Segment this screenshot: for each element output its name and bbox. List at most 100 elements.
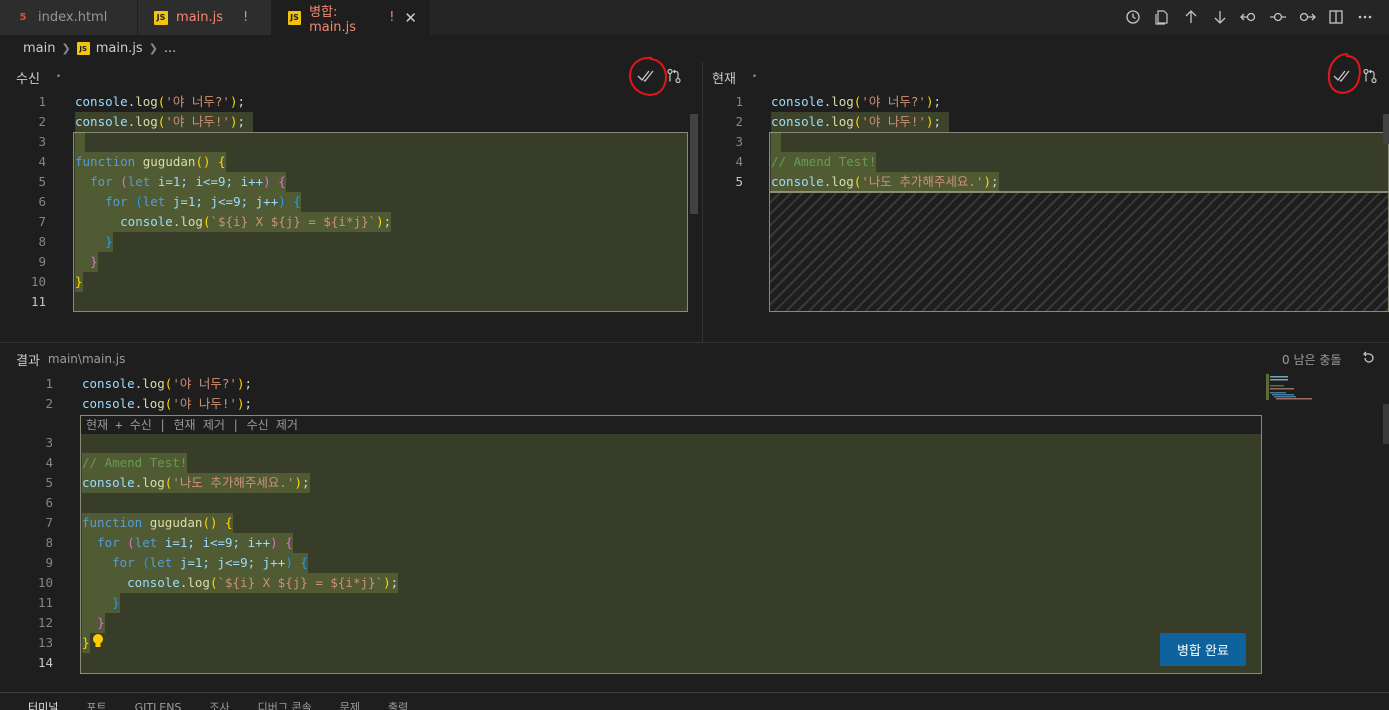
code-line: function gugudan() {: [75, 152, 226, 172]
js-icon: JS: [154, 10, 168, 25]
line-number: 6: [38, 194, 46, 209]
minimap[interactable]: [1266, 374, 1326, 414]
line-number: 12: [37, 615, 53, 630]
chevron-right-icon: ❯: [148, 42, 158, 55]
tab-label: 병합: main.js: [309, 4, 357, 35]
remaining-conflicts: 0 남은 충돌: [1282, 352, 1342, 367]
code-line: }: [75, 232, 113, 252]
tab-label: main.js: [176, 10, 223, 25]
compare-changes-icon[interactable]: [1360, 66, 1380, 86]
line-number: 5: [38, 174, 46, 189]
tab-gitlens[interactable]: GITLENS: [135, 693, 182, 710]
scrollbar-thumb[interactable]: [1383, 114, 1389, 144]
current-title: 현재: [712, 71, 736, 87]
line-number: 3: [45, 435, 53, 450]
js-icon: JS: [76, 42, 90, 55]
breadcrumb-more[interactable]: ...: [164, 41, 176, 56]
line-number: 5: [45, 475, 53, 490]
code-line: }: [75, 252, 98, 272]
current-editor[interactable]: 1 2 3 4 5 console.log('야 너두?'); console.…: [703, 92, 1389, 342]
incoming-editor[interactable]: 1 2 3 4 5 6 7 8 9 10 11 console.log('야 너…: [0, 92, 702, 342]
tab-label: index.html: [38, 10, 108, 25]
tab-debug-console[interactable]: 디버그 콘솔: [258, 693, 312, 710]
code-line: // Amend Test!: [82, 453, 188, 473]
current-pane-header: 현재 •: [712, 63, 757, 91]
tab-terminal[interactable]: 터미널: [28, 693, 58, 710]
history-icon[interactable]: [1123, 6, 1143, 28]
line-number: 1: [38, 94, 46, 109]
code-line: console.log('야 너두?');: [82, 376, 252, 391]
tab-inspect[interactable]: 조사: [209, 693, 229, 710]
js-icon: JS: [288, 10, 302, 25]
close-icon[interactable]: ✕: [404, 9, 417, 27]
incoming-pane-header: 수신 •: [16, 63, 61, 91]
tab-problems[interactable]: 문제: [340, 693, 360, 710]
code-line: for (let j=1; j<=9; j++) {: [75, 192, 301, 212]
tab-output[interactable]: 출력: [388, 693, 408, 710]
commit-icon[interactable]: [1268, 6, 1288, 28]
editor-toolbar: [1123, 6, 1375, 28]
code-line: console.log(`${i} X ${j} = ${i*j}`);: [82, 573, 399, 593]
split-editor-icon[interactable]: [1326, 6, 1346, 28]
pane-divider[interactable]: [0, 342, 1389, 343]
html5-icon: 5: [19, 12, 27, 23]
accept-all-check-icon[interactable]: [1332, 66, 1352, 86]
tab-index-html[interactable]: 5 index.html: [0, 0, 138, 35]
warning-status: !: [243, 10, 249, 25]
complete-merge-button[interactable]: 병합 완료: [1160, 633, 1246, 666]
open-file-icon[interactable]: [1152, 6, 1172, 28]
result-pane-header: 결과 main\main.js: [16, 345, 125, 373]
incoming-title: 수신: [16, 71, 40, 87]
code-line: console.log('야 너두?');: [771, 94, 941, 109]
code-line: console.log('나도 추가해주세요.');: [82, 473, 310, 493]
line-number: 13: [37, 635, 53, 650]
lightbulb-icon[interactable]: [92, 633, 104, 653]
more-actions-icon[interactable]: [1355, 6, 1375, 28]
chevron-right-icon: ❯: [61, 42, 71, 55]
line-number: 6: [45, 495, 53, 510]
code-line: }: [82, 593, 120, 613]
code-line: }: [82, 633, 90, 653]
accept-left-icon[interactable]: [1239, 6, 1259, 28]
codelens-actions[interactable]: 현재 + 수신 | 현재 제거 | 수신 제거: [86, 416, 298, 433]
code-line: console.log('야 너두?');: [75, 94, 245, 109]
code-line: for (let j=1; j<=9; j++) {: [82, 553, 308, 573]
line-number: 1: [735, 94, 743, 109]
line-number: 11: [37, 595, 53, 610]
code-line: console.log('나도 추가해주세요.');: [771, 172, 999, 192]
tab-merge-main-js[interactable]: JS 병합: main.js ! ✕: [272, 0, 430, 35]
current-dot: •: [751, 72, 758, 82]
breadcrumb: main ❯ JS main.js ❯ ...: [0, 35, 1389, 62]
line-number: 2: [45, 396, 53, 411]
line-number: 10: [37, 575, 53, 590]
incoming-actions: [636, 66, 684, 86]
result-editor[interactable]: 현재 + 수신 | 현재 제거 | 수신 제거 1 2 3 4 5 6 7 8 …: [0, 374, 1389, 674]
accept-all-check-icon[interactable]: [636, 66, 656, 86]
arrow-up-icon[interactable]: [1181, 6, 1201, 28]
line-number: 9: [38, 254, 46, 269]
arrow-down-icon[interactable]: [1210, 6, 1230, 28]
code-line: [75, 132, 85, 152]
breadcrumb-file[interactable]: main.js: [96, 41, 143, 56]
tab-main-js[interactable]: JS main.js !: [138, 0, 272, 35]
tab-ports[interactable]: 포트: [86, 693, 106, 710]
breadcrumb-folder[interactable]: main: [23, 41, 55, 56]
scrollbar-thumb[interactable]: [1383, 404, 1389, 444]
line-number: 4: [45, 455, 53, 470]
code-line: }: [82, 613, 105, 633]
bottom-panel-tabs: 터미널 포트 GITLENS 조사 디버그 콘솔 문제 출력: [0, 692, 1389, 710]
code-line: function gugudan() {: [82, 513, 233, 533]
line-number: 7: [45, 515, 53, 530]
code-line: console.log('야 나두!');: [82, 396, 252, 411]
result-title: 결과: [16, 353, 40, 369]
compare-changes-icon[interactable]: [664, 66, 684, 86]
reset-icon[interactable]: [1358, 349, 1378, 369]
line-number: 1: [45, 376, 53, 391]
line-number: 8: [45, 535, 53, 550]
line-number: 11: [30, 294, 46, 309]
line-number: 7: [38, 214, 46, 229]
code-line: [771, 132, 781, 152]
code-line: for (let i=1; i<=9; i++) {: [75, 172, 286, 192]
scrollbar-thumb[interactable]: [690, 114, 698, 214]
accept-right-icon[interactable]: [1297, 6, 1317, 28]
